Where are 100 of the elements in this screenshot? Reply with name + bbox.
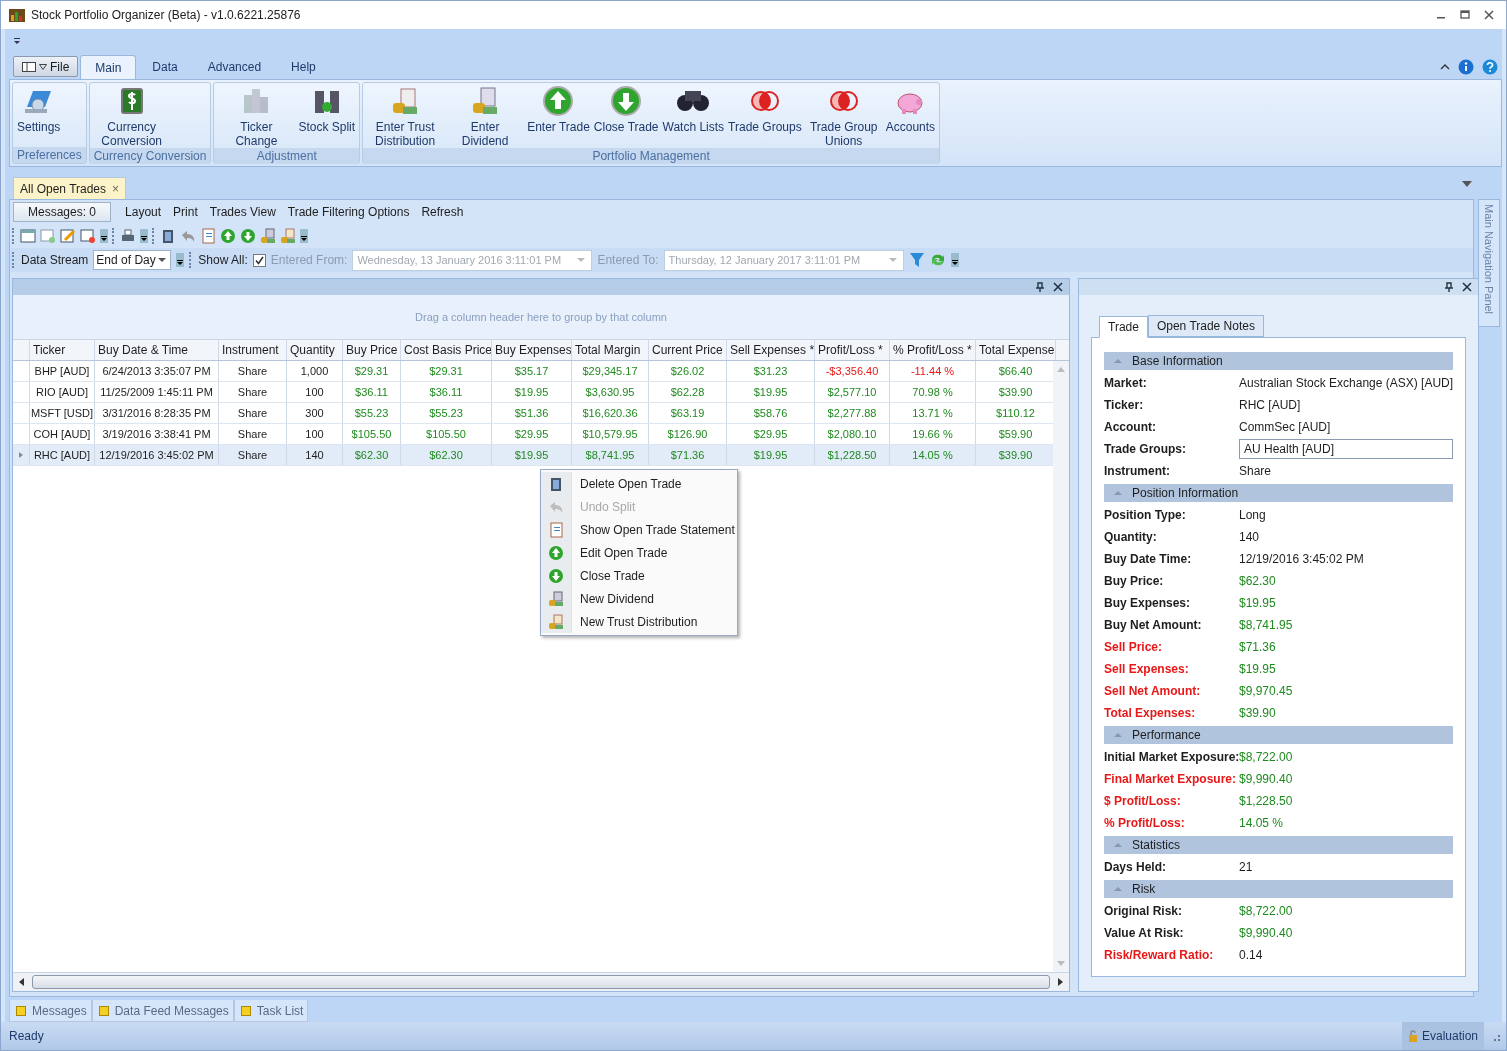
section-header[interactable]: Performance <box>1104 726 1454 744</box>
data-stream-dropdown[interactable]: End of Day <box>93 250 172 270</box>
maximize-icon[interactable] <box>1460 10 1470 20</box>
column-header[interactable]: Buy Price <box>343 340 401 360</box>
overflow-caret-icon[interactable] <box>100 229 108 243</box>
column-header[interactable]: Buy Expenses <box>492 340 572 360</box>
table-row[interactable]: RHC [AUD] 12/19/2016 3:45:02 PM Share 140 $62.30 $62.30 $19.95 $8,741.95 $71.36 $19.95 $1,228.50 14.05 % $39.90 <box>13 445 1053 466</box>
pin-icon[interactable] <box>1444 282 1455 292</box>
show-all-label: Show All: <box>198 253 248 267</box>
ribbon-button[interactable]: Stock Split <box>296 85 358 148</box>
column-header[interactable]: Total Margin <box>572 340 649 360</box>
trade-groups-field[interactable]: AU Health [AUD] <box>1239 439 1454 459</box>
column-header[interactable]: % Profit/Loss * <box>890 340 976 360</box>
menu-item[interactable]: Trade Filtering Options <box>281 205 416 219</box>
ribbon-button[interactable]: Close Trade <box>591 85 661 148</box>
table-cell: $2,577.10 <box>815 382 890 402</box>
details-tab[interactable]: Trade <box>1099 316 1148 338</box>
close-icon[interactable] <box>1462 282 1473 292</box>
horizontal-scrollbar[interactable] <box>32 975 1050 989</box>
entered-to-label: Entered To: <box>597 253 659 267</box>
ribbon-button[interactable]: Settings <box>15 85 63 147</box>
scroll-right-icon[interactable] <box>1058 978 1063 986</box>
menu-item[interactable]: Print <box>167 205 204 219</box>
column-header[interactable]: Profit/Loss * <box>815 340 890 360</box>
show-all-checkbox[interactable] <box>252 253 266 267</box>
section-header[interactable]: Position Information <box>1104 484 1454 502</box>
customize-caret-icon[interactable] <box>13 37 21 45</box>
ribbon-tab[interactable]: Main <box>80 55 137 79</box>
edit-icon[interactable] <box>60 228 76 244</box>
document-tab[interactable]: All Open Trades × <box>13 177 127 199</box>
context-menu-item[interactable]: Edit Open Trade <box>541 541 737 564</box>
info-icon[interactable] <box>1458 59 1474 75</box>
grid-remove-icon[interactable] <box>80 228 96 244</box>
column-header[interactable]: Instrument <box>219 340 287 360</box>
column-header[interactable]: Cost Basis Price <box>401 340 492 360</box>
column-header[interactable]: Sell Expenses * <box>727 340 815 360</box>
ribbon-button[interactable]: Currency Conversion <box>91 85 172 148</box>
field-value: Australian Stock Exchange (ASX) [AUD] <box>1239 376 1454 390</box>
dropdown-caret-icon[interactable] <box>1462 181 1472 187</box>
ribbon-button[interactable]: Accounts <box>883 85 938 148</box>
license-status: Evaluation <box>1401 1022 1484 1050</box>
help-icon[interactable] <box>1482 59 1498 75</box>
collapse-ribbon-icon[interactable] <box>1440 62 1450 72</box>
close-tab-button[interactable]: × <box>112 181 120 196</box>
table-row[interactable]: MSFT [USD] 3/31/2016 8:28:35 PM Share 300 $55.23 $55.23 $51.36 $16,620.36 $63.19 $58.76 $2,277.88 13.71 % $110.12 <box>13 403 1053 424</box>
table-cell: 12/19/2016 3:45:02 PM <box>95 445 219 465</box>
table-cell: 140 <box>287 445 343 465</box>
overflow-caret-icon[interactable] <box>950 253 959 267</box>
bottom-tab[interactable]: Data Feed Messages <box>91 1000 234 1022</box>
close-icon[interactable] <box>1053 282 1063 292</box>
grid-icon[interactable] <box>20 228 36 244</box>
ribbon-button[interactable]: Enter Trade <box>525 85 592 148</box>
context-menu-item[interactable]: New Trust Distribution <box>541 610 737 633</box>
ribbon-tab[interactable]: Data <box>138 55 192 79</box>
table-cell: 70.98 % <box>890 382 976 402</box>
column-header[interactable]: Quantity <box>287 340 343 360</box>
ribbon-button[interactable]: Watch Lists <box>660 85 727 148</box>
ribbon-button[interactable]: Trade Groups <box>726 85 804 148</box>
details-tab[interactable]: Open Trade Notes <box>1147 315 1264 337</box>
column-header[interactable]: Current Price <box>649 340 727 360</box>
context-menu-item[interactable]: New Dividend <box>541 587 737 610</box>
file-menu-button[interactable]: File <box>13 56 79 77</box>
filter-icon[interactable] <box>908 252 925 268</box>
table-row[interactable]: RIO [AUD] 11/25/2009 1:45:11 PM Share 100 $36.11 $36.11 $19.95 $3,630.95 $62.28 $19.95 $2,577.10 70.98 % $39.90 <box>13 382 1053 403</box>
section-header[interactable]: Base Information <box>1104 352 1454 370</box>
overflow-caret-icon[interactable] <box>140 229 148 243</box>
section-header[interactable]: Statistics <box>1104 836 1454 854</box>
column-header[interactable]: Buy Date & Time <box>95 340 219 360</box>
messages-button[interactable]: Messages: 0 <box>13 202 112 222</box>
close-icon[interactable] <box>1484 10 1494 20</box>
menu-item[interactable]: Refresh <box>415 205 470 219</box>
context-menu-item[interactable]: Show Open Trade Statement <box>541 518 737 541</box>
column-header[interactable]: Ticker <box>30 340 95 360</box>
scroll-left-icon[interactable] <box>19 978 24 986</box>
overflow-caret-icon[interactable] <box>176 253 185 267</box>
context-menu-item[interactable]: Close Trade <box>541 564 737 587</box>
ribbon-button[interactable]: Enter Trust Distribution <box>365 85 446 148</box>
section-header[interactable]: Risk <box>1104 880 1454 898</box>
printer-icon[interactable] <box>120 228 136 244</box>
column-header[interactable]: Total Expense <box>976 340 1056 360</box>
menu-item[interactable]: Trades View <box>203 205 282 219</box>
ribbon-tab[interactable]: Advanced <box>193 55 276 79</box>
menu-item[interactable]: Layout <box>119 205 168 219</box>
bottom-tab[interactable]: Task List <box>233 1000 309 1022</box>
overflow-caret-icon[interactable] <box>300 229 308 243</box>
table-cell: 11/25/2009 1:45:11 PM <box>95 382 219 402</box>
collapse-caret-icon <box>1114 843 1122 847</box>
field-value: $9,990.40 <box>1239 926 1293 940</box>
ribbon-button[interactable]: Enter Dividend <box>445 85 526 148</box>
status-text: Ready <box>9 1029 45 1043</box>
ribbon-tab[interactable]: Help <box>277 55 330 79</box>
notebook-icon[interactable] <box>200 228 216 244</box>
table-cell: $3,630.95 <box>572 382 649 402</box>
ribbon-button[interactable]: Trade Group Unions <box>803 85 884 148</box>
pin-icon[interactable] <box>1035 282 1045 292</box>
coins-icon <box>548 613 564 630</box>
bin-icon[interactable] <box>160 228 176 244</box>
context-menu-item[interactable]: Delete Open Trade <box>541 472 737 495</box>
table-row[interactable]: BHP [AUD] 6/24/2013 3:35:07 PM Share 1,000 $29.31 $29.31 $35.17 $29,345.17 $26.02 $31.23 -$3,356.40 -11.44 % $66.40 <box>13 361 1053 382</box>
bottom-tab[interactable]: Messages <box>9 1000 92 1022</box>
